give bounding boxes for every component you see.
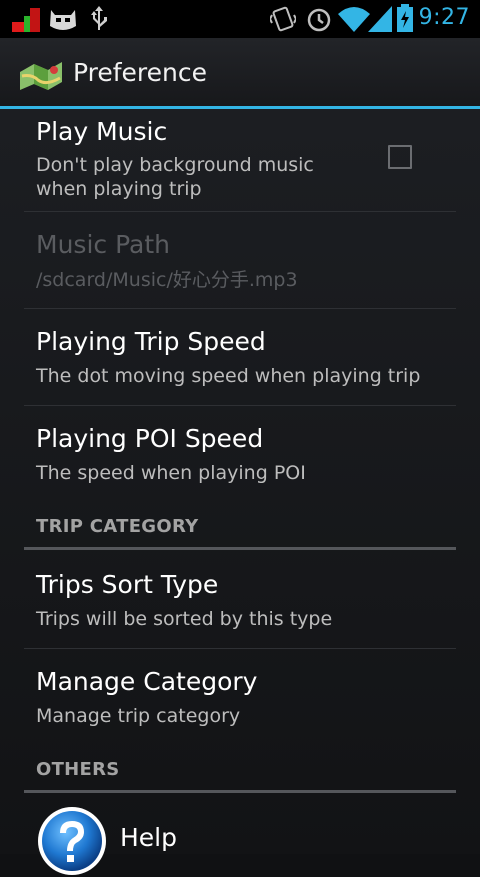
pref-playing-trip-speed[interactable]: Playing Trip Speed The dot moving speed …: [24, 309, 456, 406]
category-trip: TRIP CATEGORY: [24, 516, 456, 552]
preference-list: Play Music Don't play background music w…: [0, 109, 480, 875]
category-others: OTHERS: [24, 759, 456, 795]
pref-title: Playing POI Speed: [36, 424, 264, 453]
usb-icon: [91, 6, 107, 30]
wifi-icon: [338, 7, 370, 32]
pref-summary: The speed when playing POI: [36, 462, 306, 484]
category-label: OTHERS: [36, 759, 120, 780]
pref-manage-category[interactable]: Manage Category Manage trip category: [24, 649, 456, 745]
pref-summary: Trips will be sorted by this type: [36, 608, 333, 630]
pref-music-path: Music Path /sdcard/Music/好心分手.mp3: [24, 212, 456, 309]
battery-charging-icon: [397, 4, 413, 32]
pref-playing-poi-speed[interactable]: Playing POI Speed The speed when playing…: [24, 406, 456, 502]
pref-trips-sort-type[interactable]: Trips Sort Type Trips will be sorted by …: [24, 552, 456, 649]
pref-help[interactable]: Help: [24, 795, 456, 875]
alarm-icon: [307, 8, 331, 32]
status-bar: 9:27: [0, 0, 480, 38]
pref-title: Trips Sort Type: [36, 570, 219, 599]
red-green-notification-icon: [12, 8, 40, 32]
pref-summary: when playing trip: [36, 178, 202, 200]
pref-summary: /sdcard/Music/好心分手.mp3: [36, 269, 298, 291]
action-bar: Preference: [0, 38, 480, 106]
pref-title: Manage Category: [36, 667, 258, 696]
clock: 9:27: [418, 5, 470, 30]
action-bar-title: Preference: [73, 58, 208, 87]
category-label: TRIP CATEGORY: [36, 516, 199, 537]
pref-play-music[interactable]: Play Music Don't play background music w…: [24, 109, 456, 212]
category-divider: [24, 790, 456, 793]
pref-title: Music Path: [36, 230, 170, 259]
pref-summary: The dot moving speed when playing trip: [36, 365, 421, 387]
pref-title: Playing Trip Speed: [36, 327, 266, 356]
android-robot-icon: [50, 10, 76, 30]
pref-summary: Manage trip category: [36, 705, 241, 727]
help-question-icon: [38, 807, 106, 875]
map-icon[interactable]: [18, 58, 64, 92]
play-music-checkbox[interactable]: [388, 145, 412, 169]
pref-title: Play Music: [36, 117, 168, 146]
category-divider: [24, 547, 456, 550]
signal-icon: [368, 6, 392, 32]
pref-summary: Don't play background music: [36, 154, 314, 176]
pref-title: Help: [120, 823, 177, 852]
vibrate-icon: [270, 6, 296, 32]
